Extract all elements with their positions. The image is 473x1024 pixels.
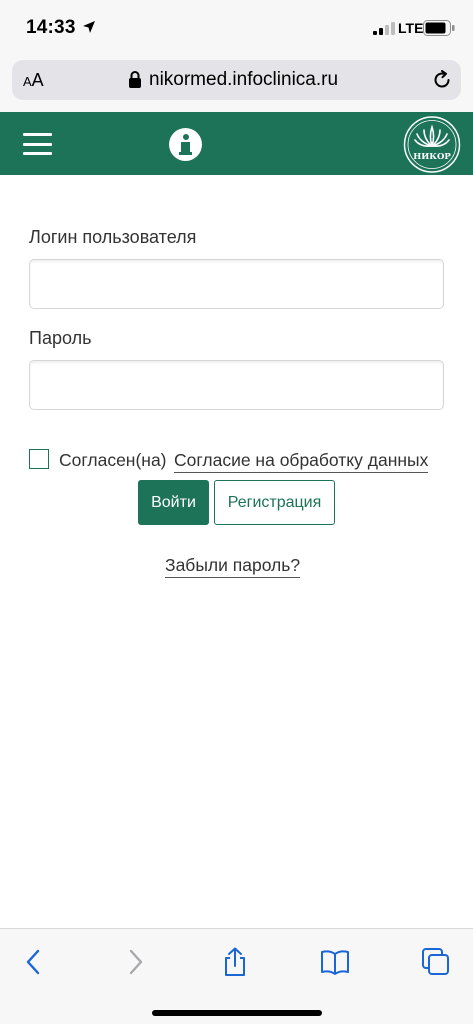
lock-icon (129, 71, 141, 88)
logo[interactable]: НИКОР (403, 116, 461, 173)
tabs-icon[interactable] (421, 947, 451, 977)
password-label: Пароль (29, 328, 92, 348)
consent-checkbox[interactable] (29, 449, 49, 469)
forgot-password-link[interactable]: Забыли пароль? (165, 555, 301, 578)
login-input[interactable] (29, 259, 444, 309)
location-arrow-icon (83, 21, 95, 33)
password-input[interactable] (29, 360, 444, 410)
home-indicator (152, 1010, 322, 1016)
url-text: nikormed.infoclinica.ru (149, 69, 339, 90)
bookmarks-icon[interactable] (320, 947, 350, 977)
logo-text: НИКОР (413, 152, 451, 162)
text-size-small: A (23, 74, 32, 89)
status-time: 14:33 (26, 17, 76, 38)
network-type: LTE (398, 20, 424, 36)
reload-icon[interactable] (432, 70, 452, 90)
browser-toolbar (0, 928, 473, 1024)
app-header: НИКОР (0, 112, 473, 175)
back-icon[interactable] (19, 947, 49, 977)
forward-icon[interactable] (120, 947, 150, 977)
consent-row: Согласен(на) Согласие на обработку данны… (29, 449, 449, 473)
browser-address-area: AA nikormed.infoclinica.ru (0, 56, 473, 112)
consent-link[interactable]: Согласие на обработку данных (174, 450, 429, 473)
text-size-button[interactable]: AA (23, 70, 44, 91)
login-label: Логин пользователя (29, 227, 197, 247)
register-button[interactable]: Регистрация (214, 480, 335, 525)
consent-text: Согласен(на) (59, 450, 167, 470)
battery-icon (423, 20, 455, 36)
info-icon[interactable] (169, 128, 202, 161)
status-bar: 14:33 LTE (0, 0, 473, 56)
address-bar[interactable]: AA nikormed.infoclinica.ru (12, 60, 461, 100)
share-icon[interactable] (220, 947, 250, 977)
menu-icon[interactable] (23, 133, 52, 155)
login-button[interactable]: Войти (138, 480, 209, 525)
signal-icon (373, 22, 395, 35)
text-size-large: A (31, 70, 44, 90)
